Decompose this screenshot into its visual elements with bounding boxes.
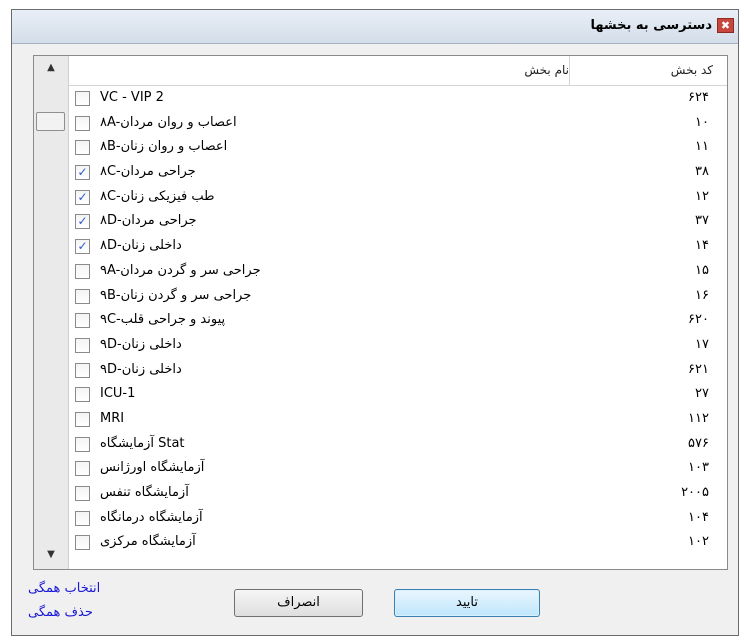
- row-checkbox[interactable]: [75, 486, 90, 501]
- row-checkbox[interactable]: [75, 436, 90, 452]
- scroll-up-icon[interactable]: ▲: [42, 62, 60, 78]
- department-name: ۹B-جراحی سر و گردن زنان: [100, 287, 252, 303]
- department-name: ۸B-اعصاب و روان زنان: [100, 139, 228, 155]
- department-code: ۳۷: [695, 213, 709, 229]
- department-code: ۱۰۴: [688, 509, 709, 525]
- title-bar: دسترسی به بخشها ✖: [12, 10, 738, 44]
- department-name: آزمایشگاه درمانگاه: [100, 509, 203, 525]
- list-header: ▲ نام بخش کد بخش: [69, 56, 727, 86]
- column-header-code[interactable]: کد بخش: [569, 56, 723, 85]
- vertical-scrollbar[interactable]: ▲ ▼: [34, 56, 69, 569]
- cancel-button[interactable]: انصراف: [234, 589, 363, 617]
- row-checkbox[interactable]: [75, 313, 90, 329]
- department-code: ۲۰۰۵: [681, 485, 709, 500]
- department-code: ۶۲۱: [688, 361, 709, 377]
- dialog-title: دسترسی به بخشها: [590, 18, 712, 33]
- department-code: ۱۰۲: [688, 534, 709, 550]
- department-name: ۹A-جراحی سر و گردن مردان: [100, 262, 261, 278]
- department-name: ۹D-داخلی زنان: [100, 336, 182, 352]
- list-item[interactable]: MRI ۱۱۲: [69, 407, 727, 432]
- row-checkbox[interactable]: ✓: [75, 239, 90, 255]
- row-checkbox[interactable]: [75, 362, 90, 378]
- department-code: ۱۷: [695, 336, 709, 352]
- row-checkbox[interactable]: [75, 387, 90, 403]
- list-item[interactable]: آزمایشگاه Stat ۵۷۶: [69, 432, 727, 457]
- list-item[interactable]: ۸B-اعصاب و روان زنان ۱۱: [69, 135, 727, 160]
- list-item[interactable]: ICU-1 ۲۷: [69, 382, 727, 407]
- row-checkbox[interactable]: ✓: [75, 214, 90, 230]
- department-code: ۱۰: [695, 114, 709, 130]
- department-code: ۱۶: [695, 287, 709, 303]
- top-strip: [0, 0, 744, 9]
- departments-list: ▲ ▼ ▲ نام بخش کد بخش VC - VIP 2 ۶۲۴ ۸A-اعص…: [33, 55, 728, 570]
- department-code: ۵۷۶: [688, 435, 709, 451]
- list-item[interactable]: ✓ ۸D-جراحی مردان ۳۷: [69, 209, 727, 234]
- department-code: ۱۴: [695, 238, 709, 254]
- department-code: ۱۵: [695, 262, 709, 278]
- department-code: ۶۲۰: [688, 312, 709, 328]
- department-name: VC - VIP 2: [100, 90, 164, 105]
- department-name: آزمایشگاه Stat: [100, 435, 185, 451]
- department-code: ۱۰۳: [688, 460, 709, 476]
- close-icon[interactable]: ✖: [717, 18, 734, 33]
- department-name: ۸C-جراحی مردان: [100, 164, 196, 180]
- clear-all-link[interactable]: حذف همگی: [28, 605, 93, 620]
- row-checkbox[interactable]: [75, 288, 90, 304]
- column-header-name[interactable]: ▲ نام بخش: [69, 56, 569, 85]
- list-item[interactable]: ۹B-جراحی سر و گردن زنان ۱۶: [69, 284, 727, 309]
- column-header-name-label: نام بخش: [524, 63, 569, 77]
- list-item[interactable]: آزمایشگاه تنفس ۲۰۰۵: [69, 481, 727, 506]
- department-code: ۱۱: [695, 139, 709, 155]
- select-all-link[interactable]: انتخاب همگی: [28, 581, 100, 596]
- list-item[interactable]: ۹A-جراحی سر و گردن مردان ۱۵: [69, 259, 727, 284]
- row-checkbox[interactable]: [75, 140, 90, 156]
- department-name: MRI: [100, 410, 125, 426]
- row-checkbox[interactable]: [75, 337, 90, 353]
- list-item[interactable]: ۹D-داخلی زنان ۶۲۱: [69, 358, 727, 383]
- department-name: ۹C-پیوند و جراحی قلب: [100, 312, 226, 328]
- department-name: ۸D-داخلی زنان: [100, 238, 182, 254]
- list-item[interactable]: آزمایشگاه درمانگاه ۱۰۴: [69, 506, 727, 531]
- dialog-footer: انتخاب همگی حذف همگی انصراف تایید: [12, 570, 738, 636]
- list-item[interactable]: ✓ ۸C-طب فیزیکی زنان ۱۲: [69, 185, 727, 210]
- department-code: ۱۱۲: [688, 410, 709, 426]
- department-name: ۸A-اعصاب و روان مردان: [100, 114, 237, 130]
- dialog-window: دسترسی به بخشها ✖ ▲ ▼ ▲ نام بخش کد بخش V…: [11, 9, 739, 636]
- department-code: ۶۲۴: [688, 90, 709, 105]
- list-item[interactable]: ✓ ۸C-جراحی مردان ۳۸: [69, 160, 727, 185]
- row-checkbox[interactable]: [75, 535, 90, 551]
- row-checkbox[interactable]: ✓: [75, 165, 90, 181]
- row-checkbox[interactable]: [75, 461, 90, 477]
- list-item[interactable]: ۸A-اعصاب و روان مردان ۱۰: [69, 111, 727, 136]
- list-rows: VC - VIP 2 ۶۲۴ ۸A-اعصاب و روان مردان ۱۰ ۸B-ا…: [69, 86, 727, 555]
- row-checkbox[interactable]: [75, 263, 90, 279]
- department-name: ۹D-داخلی زنان: [100, 361, 182, 377]
- ok-button[interactable]: تایید: [394, 589, 540, 617]
- scroll-thumb[interactable]: [36, 112, 65, 131]
- row-checkbox[interactable]: [75, 411, 90, 427]
- list-item[interactable]: VC - VIP 2 ۶۲۴: [69, 86, 727, 111]
- list-item[interactable]: ✓ ۸D-داخلی زنان ۱۴: [69, 234, 727, 259]
- list-item[interactable]: آزمایشگاه مرکزی ۱۰۲: [69, 530, 727, 555]
- row-checkbox[interactable]: ✓: [75, 189, 90, 205]
- list-item[interactable]: ۹C-پیوند و جراحی قلب ۶۲۰: [69, 308, 727, 333]
- row-checkbox[interactable]: [75, 91, 90, 106]
- scroll-down-icon[interactable]: ▼: [42, 549, 60, 565]
- row-checkbox[interactable]: [75, 115, 90, 131]
- department-code: ۱۲: [695, 188, 709, 204]
- department-name: آزمایشگاه تنفس: [100, 485, 189, 500]
- column-header-code-label: کد بخش: [670, 63, 713, 77]
- list-item[interactable]: آزمایشگاه اورژانس ۱۰۳: [69, 456, 727, 481]
- list-item[interactable]: ۹D-داخلی زنان ۱۷: [69, 333, 727, 358]
- department-code: ۳۸: [695, 164, 709, 180]
- department-code: ۲۷: [695, 386, 709, 402]
- department-name: آزمایشگاه مرکزی: [100, 534, 196, 550]
- department-name: ICU-1: [100, 386, 136, 402]
- row-checkbox[interactable]: [75, 510, 90, 526]
- department-name: ۸D-جراحی مردان: [100, 213, 197, 229]
- department-name: ۸C-طب فیزیکی زنان: [100, 188, 215, 204]
- department-name: آزمایشگاه اورژانس: [100, 460, 205, 476]
